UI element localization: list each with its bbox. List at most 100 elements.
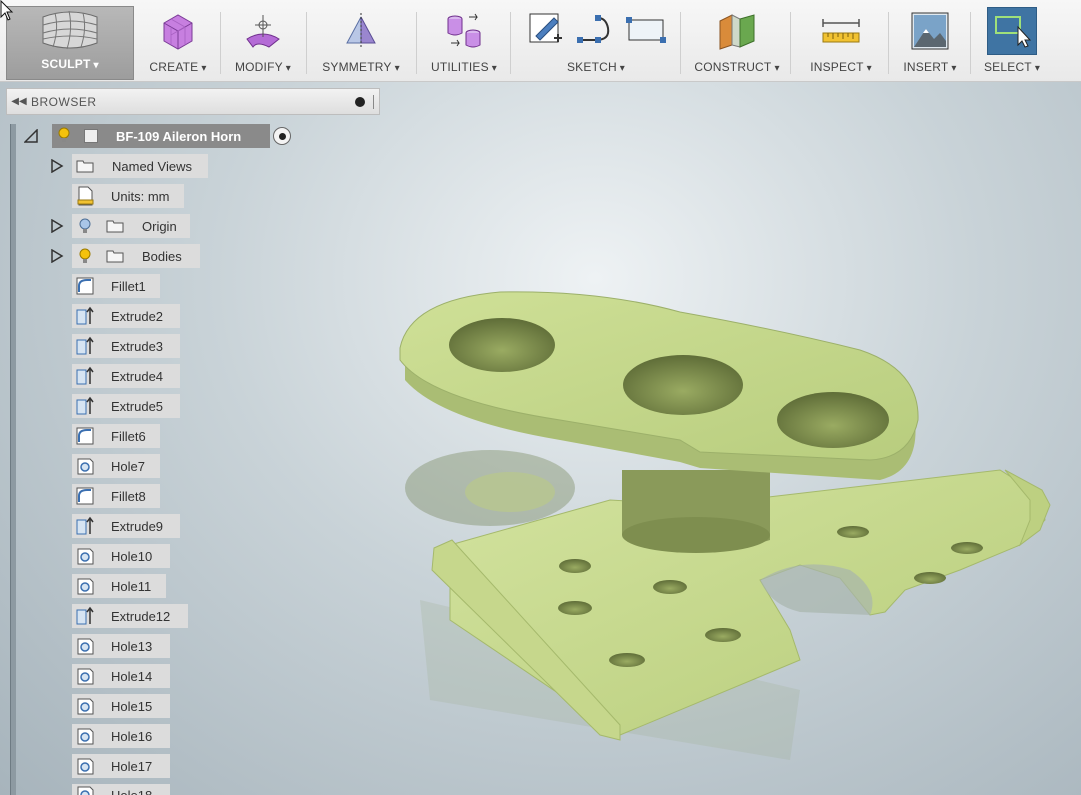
timeline-feature[interactable]: Extrude12	[72, 604, 188, 628]
create-box-icon	[158, 8, 198, 54]
tree-item-named-views[interactable]: Named Views	[72, 154, 208, 178]
timeline-feature[interactable]: Hole15	[72, 694, 170, 718]
insert-menu[interactable]: INSERT	[898, 8, 962, 80]
extrude-icon	[76, 396, 94, 415]
create-menu[interactable]: CREATE	[142, 8, 214, 80]
lightbulb-off-icon[interactable]	[78, 217, 92, 235]
modify-menu[interactable]: MODIFY	[226, 8, 300, 80]
browser-header: ◀◀ BROWSER	[6, 88, 380, 115]
inspect-label: INSPECT	[810, 60, 872, 74]
sketch-menu[interactable]: SKETCH	[518, 8, 674, 80]
timeline-feature[interactable]: Hole11	[72, 574, 166, 598]
expand-triangle-icon[interactable]	[50, 159, 64, 173]
tree-item-label: Fillet6	[111, 428, 146, 444]
timeline-feature[interactable]: Extrude5	[72, 394, 180, 418]
create-sketch-icon[interactable]	[526, 10, 566, 53]
timeline-feature[interactable]: Fillet6	[72, 424, 160, 448]
hole-icon	[77, 728, 94, 745]
tree-item-label: Hole7	[111, 458, 145, 474]
lightbulb-icon[interactable]	[58, 127, 70, 146]
browser-scrollbar[interactable]	[10, 124, 16, 795]
hole-icon	[77, 458, 94, 475]
separator	[790, 12, 791, 74]
central-boss[interactable]	[622, 470, 770, 553]
separator	[416, 12, 417, 74]
modify-surface-icon	[243, 8, 283, 54]
horn-shadow-hole	[465, 472, 555, 512]
expand-triangle-icon[interactable]	[50, 219, 64, 233]
document-units-icon	[77, 186, 94, 206]
utilities-menu[interactable]: UTILITIES	[426, 8, 502, 80]
sculpt-mesh-icon	[39, 7, 101, 53]
sketch-rectangle-icon[interactable]	[626, 10, 666, 53]
construct-menu[interactable]: CONSTRUCT	[690, 8, 784, 80]
tree-item-origin[interactable]: Origin	[72, 214, 190, 238]
symmetry-menu[interactable]: SYMMETRY	[314, 8, 408, 80]
separator	[970, 12, 971, 74]
tree-item-bodies[interactable]: Bodies	[72, 244, 200, 268]
timeline-feature[interactable]: Extrude3	[72, 334, 180, 358]
timeline-feature[interactable]: Hole7	[72, 454, 160, 478]
extrude-icon	[76, 336, 94, 355]
separator	[510, 12, 511, 74]
browser-root-component[interactable]: BF-109 Aileron Horn	[52, 124, 270, 148]
timeline-feature[interactable]: Hole16	[72, 724, 170, 748]
expand-triangle-icon[interactable]	[50, 249, 64, 263]
tree-item-label: Extrude2	[111, 308, 164, 324]
timeline-feature[interactable]: Hole18	[72, 784, 170, 795]
extrude-icon	[76, 516, 94, 535]
tree-item-label: Extrude5	[111, 398, 164, 414]
tree-item-label: Extrude9	[111, 518, 164, 534]
hole-icon	[77, 786, 94, 795]
timeline-feature[interactable]: Fillet1	[72, 274, 160, 298]
select-icon	[987, 7, 1037, 55]
tree-item-label: Hole13	[111, 638, 153, 654]
timeline-feature[interactable]: Extrude2	[72, 304, 180, 328]
modify-label: MODIFY	[235, 60, 291, 74]
resize-handle-icon[interactable]	[373, 94, 375, 109]
timeline-feature[interactable]: Hole10	[72, 544, 170, 568]
hole-icon	[77, 758, 94, 775]
tree-item-label: Extrude12	[111, 608, 171, 624]
sculpt-label: SCULPT	[41, 57, 98, 71]
inspect-menu[interactable]: INSPECT	[804, 8, 878, 80]
construct-planes-icon	[716, 8, 758, 54]
collapse-browser-icon[interactable]: ◀◀	[7, 96, 31, 107]
select-icon-wrap	[987, 7, 1037, 55]
extrude-icon	[76, 306, 94, 325]
symmetry-icon	[341, 8, 381, 54]
fillet-icon	[76, 487, 94, 505]
timeline-feature[interactable]: Hole17	[72, 754, 170, 778]
tree-item-label: Named Views	[112, 158, 192, 174]
insert-image-icon	[910, 8, 950, 54]
tree-item-label: Fillet8	[111, 488, 146, 504]
tree-item-label: Origin	[142, 218, 177, 234]
tree-item-label: Bodies	[142, 248, 182, 264]
mouse-cursor-icon	[0, 0, 14, 21]
tree-item-units[interactable]: Units: mm	[72, 184, 184, 208]
symmetry-label: SYMMETRY	[322, 60, 400, 74]
pin-icon[interactable]	[355, 96, 365, 107]
insert-label: INSERT	[903, 60, 956, 74]
tree-item-label: Fillet1	[111, 278, 146, 294]
select-menu[interactable]: SELECT	[978, 7, 1046, 80]
extrude-icon	[76, 606, 94, 625]
timeline-feature[interactable]: Extrude4	[72, 364, 180, 388]
sketch-arc-icon[interactable]	[576, 10, 616, 53]
collapse-triangle-icon[interactable]	[24, 129, 38, 143]
timeline-feature[interactable]: Fillet8	[72, 484, 160, 508]
hole-icon	[77, 548, 94, 565]
tree-item-label: Hole18	[111, 784, 152, 795]
tree-item-label: Hole14	[111, 668, 153, 684]
inspect-measure-icon	[821, 8, 861, 54]
timeline-feature[interactable]: Hole14	[72, 664, 170, 688]
timeline-feature[interactable]: Hole13	[72, 634, 170, 658]
separator	[680, 12, 681, 74]
utilities-cylinders-icon	[443, 8, 485, 54]
3d-viewport[interactable]	[380, 82, 1081, 795]
lightbulb-icon[interactable]	[78, 247, 92, 265]
timeline-feature[interactable]: Extrude9	[72, 514, 180, 538]
activate-component-radio[interactable]	[273, 127, 291, 145]
sculpt-workspace-button[interactable]: SCULPT	[6, 6, 134, 80]
hole-icon	[77, 698, 94, 715]
